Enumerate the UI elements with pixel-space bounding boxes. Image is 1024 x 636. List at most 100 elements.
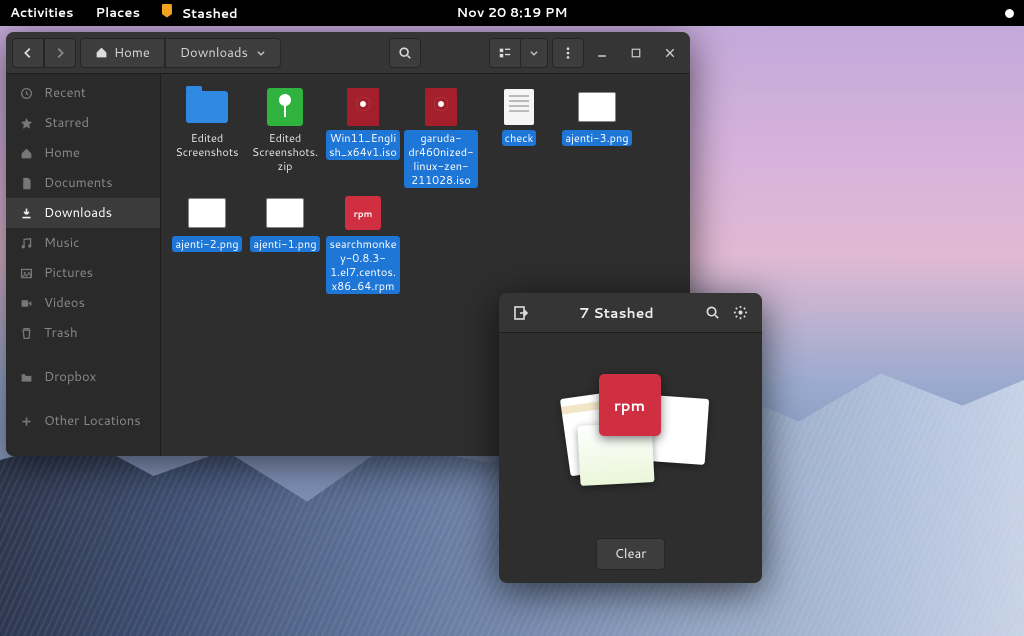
window-controls — [588, 39, 684, 67]
path-current-label: Downloads — [180, 44, 248, 62]
nav-buttons — [12, 38, 76, 68]
places-menu[interactable]: Places — [96, 4, 140, 22]
stashed-indicator[interactable]: Stashed — [162, 4, 238, 23]
menu-button[interactable] — [552, 38, 584, 68]
path-current[interactable]: Downloads — [165, 38, 281, 68]
view-buttons — [489, 38, 548, 68]
search-icon — [398, 46, 412, 60]
file-item[interactable]: ajenti-1.png — [247, 192, 323, 294]
clear-button[interactable]: Clear — [596, 538, 666, 570]
sidebar-item-label: Videos — [44, 294, 85, 312]
sidebar-item-label: Recent — [44, 84, 86, 102]
text-file-icon — [504, 89, 534, 125]
file-label: ajenti-1.png — [250, 236, 319, 252]
star-icon — [20, 117, 34, 130]
file-item[interactable]: Edited Screenshots — [169, 86, 245, 188]
file-item[interactable]: check — [481, 86, 557, 188]
clock[interactable]: Nov 20 8:19 PM — [0, 4, 1024, 22]
file-item[interactable]: ajenti-3.png — [559, 86, 635, 188]
path-home[interactable]: Home — [80, 38, 165, 68]
stash-thumb-rpm: rpm — [599, 374, 661, 436]
stash-title: 7 Stashed — [535, 303, 698, 323]
path-home-label: Home — [114, 44, 150, 62]
file-label: Edited Screenshots.zip — [248, 130, 322, 174]
file-label: ajenti-2.png — [172, 236, 241, 252]
sidebar-item-recent[interactable]: Recent — [6, 78, 160, 108]
stash-search-button[interactable] — [698, 299, 726, 327]
import-icon — [513, 305, 529, 321]
sidebar-item-dropbox[interactable]: Dropbox — [6, 362, 160, 392]
minimize-icon — [596, 47, 608, 59]
disc-image-icon — [347, 88, 379, 126]
file-label: Edited Screenshots — [170, 130, 244, 160]
stash-settings-button[interactable] — [726, 299, 754, 327]
home-icon — [95, 46, 108, 59]
sidebar-item-label: Dropbox — [44, 368, 96, 386]
files-titlebar: Home Downloads — [6, 32, 690, 74]
search-button[interactable] — [389, 38, 421, 68]
file-label: Win11_English_x64v1.iso — [326, 130, 400, 160]
sidebar-item-documents[interactable]: Documents — [6, 168, 160, 198]
sidebar-item-label: Pictures — [44, 264, 93, 282]
activities-button[interactable]: Activities — [10, 4, 74, 22]
chevron-down-icon — [256, 48, 266, 58]
video-icon — [20, 297, 34, 310]
folder-icon — [186, 91, 228, 123]
gnome-top-bar: Activities Places Stashed Nov 20 8:19 PM — [0, 0, 1024, 26]
sidebar-item-music[interactable]: Music — [6, 228, 160, 258]
rpm-package-icon: rpm — [345, 196, 381, 230]
download-icon — [20, 207, 34, 220]
arrow-right-icon — [53, 46, 67, 60]
sidebar-item-label: Music — [44, 234, 80, 252]
sidebar-item-starred[interactable]: Starred — [6, 108, 160, 138]
sidebar-item-other[interactable]: Other Locations — [6, 406, 160, 436]
sidebar-item-downloads[interactable]: Downloads — [6, 198, 160, 228]
path-bar: Home Downloads — [80, 38, 281, 68]
file-item[interactable]: garuda-dr460nized-linux-zen-211028.iso — [403, 86, 479, 188]
maximize-button[interactable] — [622, 39, 650, 67]
sidebar-item-label: Downloads — [44, 204, 112, 222]
file-item[interactable]: ajenti-2.png — [169, 192, 245, 294]
sidebar-item-pictures[interactable]: Pictures — [6, 258, 160, 288]
image-file-icon — [578, 92, 616, 122]
archive-icon — [267, 88, 303, 126]
sidebar-item-label: Starred — [44, 114, 89, 132]
image-file-icon — [188, 198, 226, 228]
sidebar-item-trash[interactable]: Trash — [6, 318, 160, 348]
sidebar-item-label: Documents — [44, 174, 113, 192]
disc-image-icon — [425, 88, 457, 126]
kebab-icon — [561, 46, 575, 60]
stash-titlebar: 7 Stashed — [499, 293, 762, 333]
file-label: check — [502, 130, 537, 146]
file-item[interactable]: Edited Screenshots.zip — [247, 86, 323, 188]
sidebar-item-label: Home — [44, 144, 80, 162]
view-options-button[interactable] — [521, 38, 548, 68]
stash-import-button[interactable] — [507, 299, 535, 327]
sidebar-item-videos[interactable]: Videos — [6, 288, 160, 318]
stash-preview[interactable]: rpm — [499, 333, 762, 525]
stash-window: 7 Stashed rpm Clear — [499, 293, 762, 583]
clock-icon — [20, 87, 34, 100]
close-button[interactable] — [656, 39, 684, 67]
list-icon — [498, 46, 512, 60]
plus-icon — [20, 415, 34, 428]
chevron-down-icon — [529, 48, 539, 58]
files-sidebar: Recent Starred Home Documents Downloads Music… — [6, 74, 161, 456]
file-item[interactable]: rpm searchmonkey-0.8.3-1.el7.centos.x86_6… — [325, 192, 401, 294]
file-label: searchmonkey-0.8.3-1.el7.centos.x86_64.r… — [326, 236, 400, 294]
home-icon — [20, 147, 34, 160]
back-button[interactable] — [12, 38, 44, 68]
file-label: ajenti-3.png — [562, 130, 631, 146]
file-item[interactable]: Win11_English_x64v1.iso — [325, 86, 401, 188]
view-toggle-button[interactable] — [489, 38, 521, 68]
picture-icon — [20, 267, 34, 280]
sidebar-item-label: Other Locations — [44, 412, 141, 430]
sidebar-item-home[interactable]: Home — [6, 138, 160, 168]
stash-icon — [162, 4, 172, 18]
forward-button[interactable] — [44, 38, 76, 68]
status-menu[interactable] — [1005, 9, 1014, 18]
minimize-button[interactable] — [588, 39, 616, 67]
stash-footer: Clear — [499, 525, 762, 583]
close-icon — [664, 47, 676, 59]
file-label: garuda-dr460nized-linux-zen-211028.iso — [404, 130, 478, 188]
